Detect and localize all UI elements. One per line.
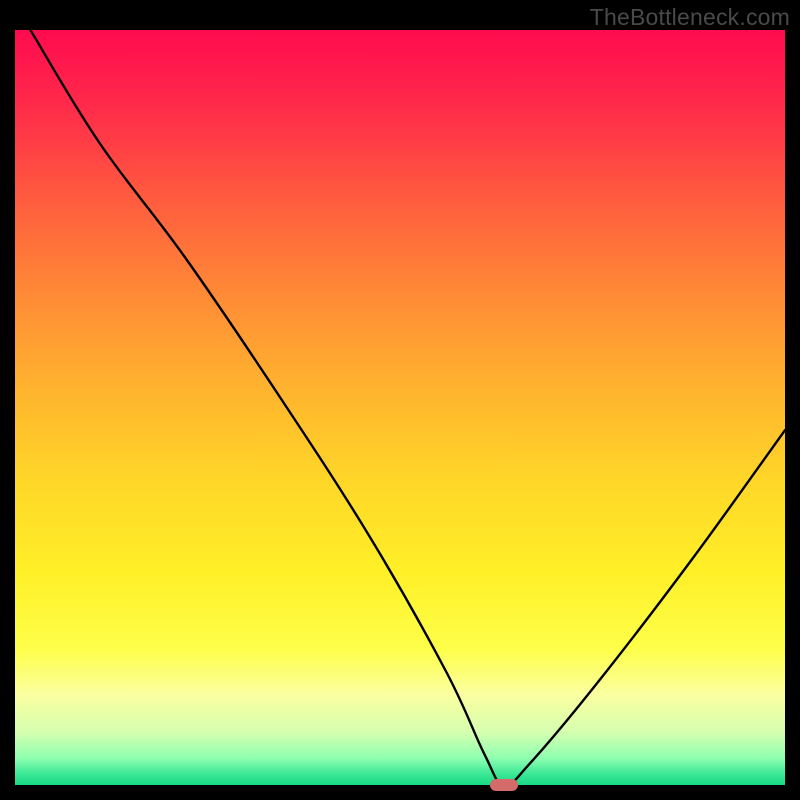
watermark-text: TheBottleneck.com (590, 4, 790, 31)
chart-container: TheBottleneck.com (0, 0, 800, 800)
optimal-marker (490, 779, 518, 791)
plot-area (15, 30, 785, 785)
bottleneck-curve (15, 30, 785, 785)
